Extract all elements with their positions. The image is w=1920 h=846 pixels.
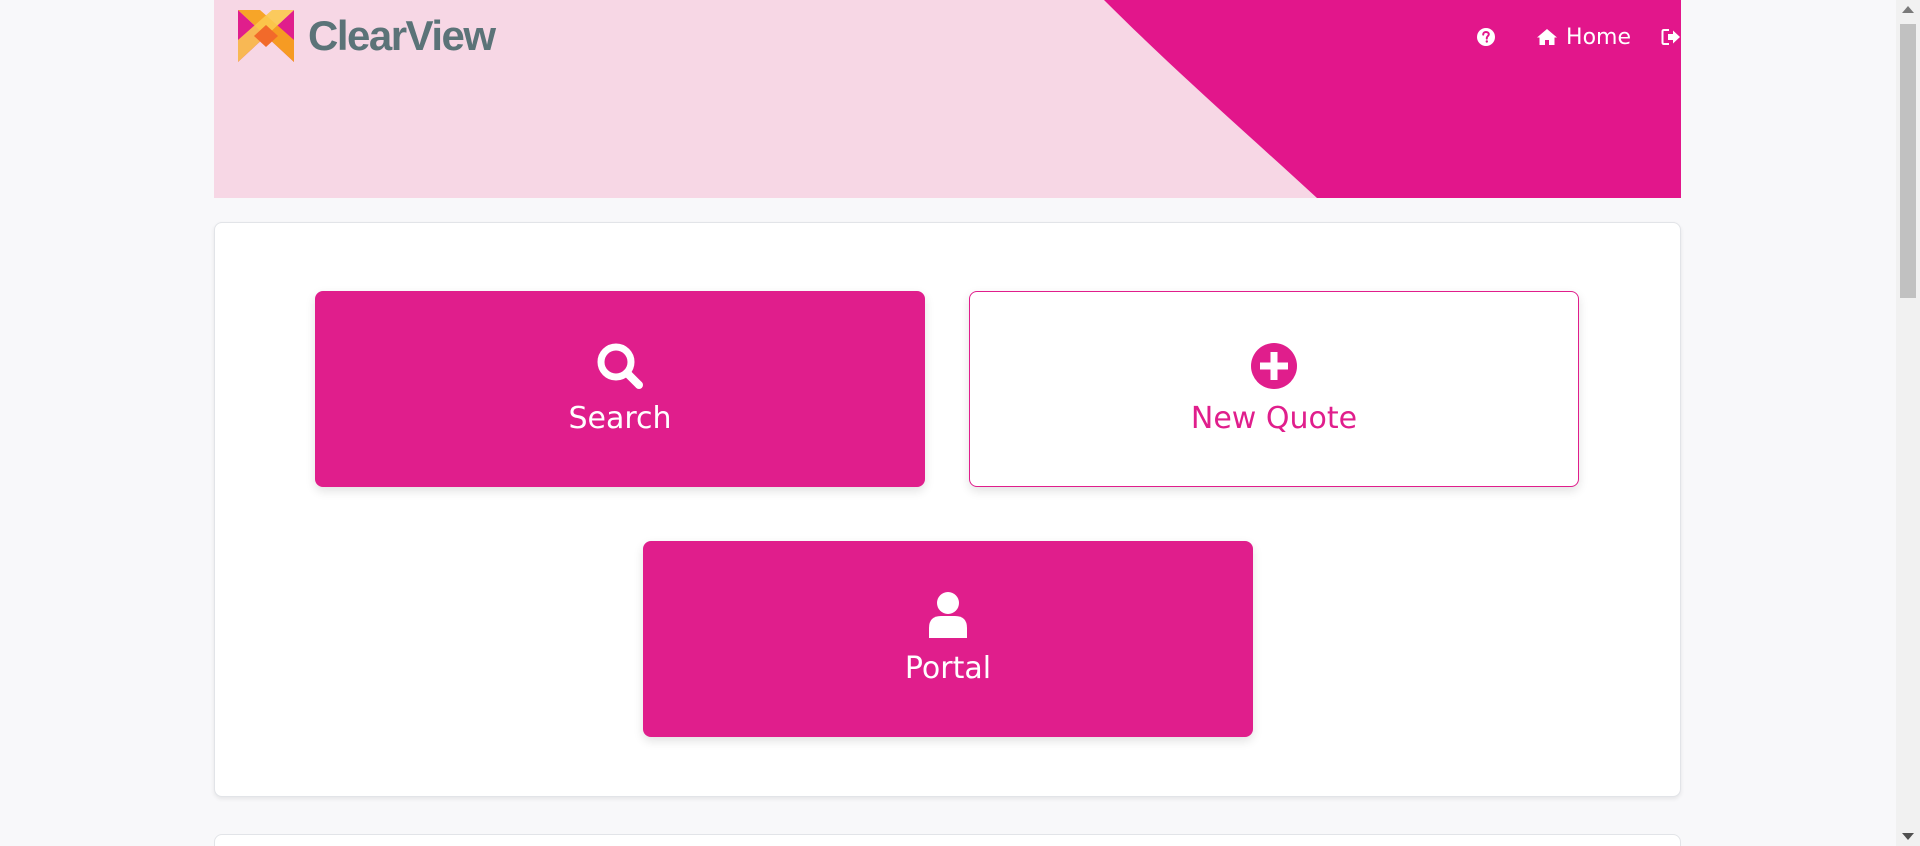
page: ClearView Home Search New Quote Portal: [0, 0, 1920, 846]
main-card: Search New Quote Portal: [214, 222, 1681, 797]
portal-tile[interactable]: Portal: [643, 541, 1253, 737]
sign-out-icon: [1661, 29, 1680, 45]
top-nav: Home: [1476, 22, 1681, 52]
vertical-scrollbar[interactable]: [1896, 0, 1920, 846]
new-quote-tile[interactable]: New Quote: [969, 291, 1579, 487]
new-quote-tile-label: New Quote: [1190, 401, 1358, 436]
search-icon: [597, 343, 643, 389]
search-tile-label: Search: [568, 401, 672, 436]
question-circle-icon: [1477, 28, 1496, 46]
home-icon: [1537, 29, 1558, 45]
logout-link[interactable]: [1661, 28, 1681, 46]
scroll-thumb[interactable]: [1900, 24, 1916, 298]
search-tile[interactable]: Search: [315, 291, 925, 487]
secondary-card: [214, 834, 1681, 846]
user-icon: [929, 592, 967, 638]
plus-circle-icon: [1251, 343, 1297, 389]
scroll-up-arrow-icon[interactable]: [1902, 6, 1914, 13]
logo[interactable]: ClearView: [238, 10, 496, 62]
logo-text: ClearView: [308, 12, 496, 59]
portal-tile-label: Portal: [904, 651, 992, 686]
header-banner: ClearView Home: [214, 0, 1681, 198]
clearview-logo-mark: [238, 10, 294, 62]
home-label: Home: [1566, 24, 1631, 50]
scroll-down-arrow-icon[interactable]: [1902, 833, 1914, 840]
help-link[interactable]: [1476, 27, 1496, 47]
home-link[interactable]: Home: [1536, 25, 1631, 50]
